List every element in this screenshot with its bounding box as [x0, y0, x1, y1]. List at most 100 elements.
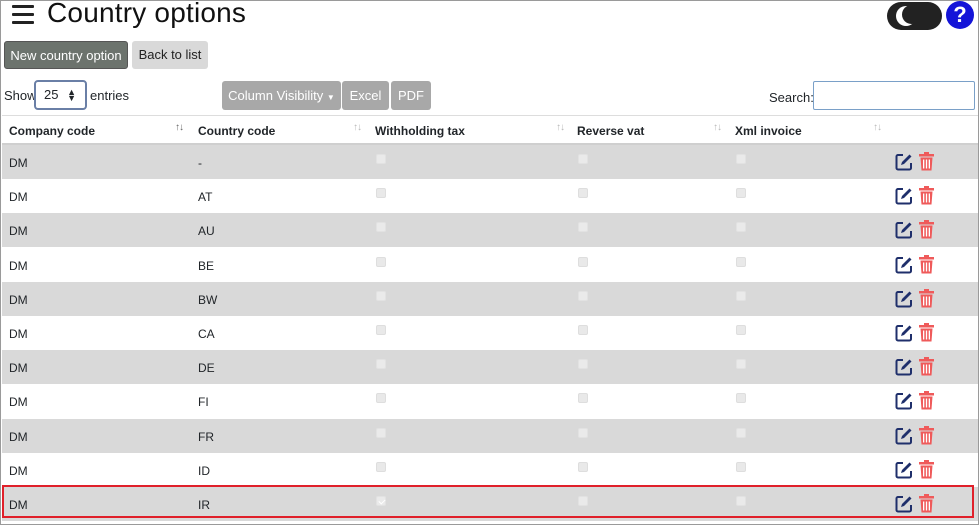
- table-row[interactable]: DM FR: [2, 418, 978, 453]
- header: Country options ?: [0, 0, 979, 36]
- xml-invoice-checkbox[interactable]: [736, 325, 746, 335]
- delete-icon[interactable]: [919, 425, 934, 445]
- delete-icon[interactable]: [919, 323, 934, 342]
- delete-icon[interactable]: [919, 391, 934, 410]
- country-code-cell: AU: [198, 224, 215, 239]
- xml-invoice-checkbox[interactable]: [736, 496, 746, 506]
- country-code-cell: FI: [198, 395, 209, 410]
- company-code-cell: DM: [9, 190, 28, 205]
- xml-invoice-checkbox[interactable]: [736, 290, 746, 301]
- xml-invoice-checkbox[interactable]: [736, 427, 746, 438]
- search-label: Search:: [769, 90, 814, 105]
- table-row[interactable]: DM AU: [2, 213, 978, 248]
- edit-icon[interactable]: [895, 187, 913, 205]
- delete-icon[interactable]: [919, 288, 934, 308]
- country-code-cell: BW: [198, 292, 218, 307]
- xml-invoice-checkbox[interactable]: [736, 256, 746, 267]
- sort-icon[interactable]: ↑↓: [556, 122, 565, 133]
- sort-icon[interactable]: ↑↓: [873, 122, 882, 133]
- select-arrows-icon: ▲ ▼: [67, 87, 76, 103]
- table-row[interactable]: DM BW: [2, 281, 978, 316]
- country-code-cell: BE: [198, 258, 215, 273]
- dark-mode-toggle[interactable]: [887, 2, 942, 30]
- column-header-xml-invoice[interactable]: Xml invoice: [735, 124, 802, 138]
- withholding-tax-checkbox[interactable]: [376, 290, 386, 301]
- country-code-cell: CA: [198, 327, 215, 341]
- delete-icon[interactable]: [919, 459, 934, 479]
- xml-invoice-checkbox[interactable]: [736, 188, 746, 199]
- column-header-country-code[interactable]: Country code: [198, 124, 275, 138]
- delete-icon[interactable]: [919, 152, 934, 171]
- reverse-vat-checkbox[interactable]: [578, 256, 588, 267]
- edit-icon[interactable]: [895, 221, 913, 239]
- column-header-company-code[interactable]: Company code: [9, 124, 95, 138]
- sort-icon[interactable]: ↑↓: [713, 122, 722, 133]
- reverse-vat-checkbox[interactable]: [578, 325, 588, 335]
- back-to-list-button[interactable]: Back to list: [132, 41, 208, 69]
- table-row[interactable]: DM IR: [2, 487, 978, 521]
- reverse-vat-checkbox[interactable]: [578, 427, 588, 438]
- withholding-tax-checkbox[interactable]: [376, 256, 386, 267]
- pdf-button[interactable]: PDF: [391, 81, 431, 110]
- delete-icon[interactable]: [919, 357, 934, 376]
- caret-down-icon: ▼: [326, 93, 335, 102]
- edit-icon[interactable]: [895, 461, 913, 479]
- withholding-tax-checkbox[interactable]: [376, 154, 386, 164]
- edit-icon[interactable]: [895, 324, 913, 342]
- column-header-withholding-tax[interactable]: Withholding tax: [375, 124, 465, 138]
- reverse-vat-checkbox[interactable]: [578, 393, 588, 404]
- company-code-cell: DM: [9, 258, 28, 273]
- delete-icon[interactable]: [919, 220, 934, 239]
- table-row[interactable]: DM BE: [2, 247, 978, 282]
- reverse-vat-checkbox[interactable]: [578, 188, 588, 199]
- sort-icon[interactable]: ↑↓: [175, 122, 184, 133]
- page-length-select[interactable]: 25 ▲ ▼: [34, 80, 87, 110]
- withholding-tax-checkbox[interactable]: [376, 461, 386, 472]
- xml-invoice-checkbox[interactable]: [736, 154, 746, 164]
- table-row[interactable]: DM AT: [2, 179, 978, 214]
- xml-invoice-checkbox[interactable]: [736, 393, 746, 404]
- table-row[interactable]: DM CA: [2, 316, 978, 350]
- reverse-vat-checkbox[interactable]: [578, 359, 588, 370]
- column-visibility-label: Column Visibility: [228, 88, 324, 103]
- withholding-tax-checkbox[interactable]: [376, 188, 386, 199]
- excel-button[interactable]: Excel: [342, 81, 389, 110]
- delete-icon[interactable]: [919, 494, 934, 513]
- help-button[interactable]: ?: [946, 1, 974, 29]
- withholding-tax-checkbox[interactable]: [376, 359, 386, 370]
- column-header-reverse-vat[interactable]: Reverse vat: [577, 124, 644, 138]
- edit-icon[interactable]: [895, 290, 913, 308]
- edit-icon[interactable]: [895, 358, 913, 376]
- reverse-vat-checkbox[interactable]: [578, 222, 588, 233]
- withholding-tax-checkbox[interactable]: [376, 496, 386, 506]
- table-row[interactable]: DM ID: [2, 452, 978, 487]
- withholding-tax-checkbox[interactable]: [376, 393, 386, 404]
- search-input[interactable]: [813, 81, 975, 110]
- edit-icon[interactable]: [895, 495, 913, 513]
- edit-icon[interactable]: [895, 256, 913, 274]
- edit-icon[interactable]: [895, 153, 913, 171]
- new-country-option-button[interactable]: New country option: [4, 41, 128, 69]
- reverse-vat-checkbox[interactable]: [578, 496, 588, 506]
- sort-icon[interactable]: ↑↓: [353, 122, 362, 133]
- reverse-vat-checkbox[interactable]: [578, 290, 588, 301]
- table-row[interactable]: DM -: [2, 145, 978, 179]
- company-code-cell: DM: [9, 224, 28, 239]
- withholding-tax-checkbox[interactable]: [376, 222, 386, 233]
- table-row[interactable]: DM FI: [2, 384, 978, 419]
- withholding-tax-checkbox[interactable]: [376, 427, 386, 438]
- table-row[interactable]: DM DE: [2, 350, 978, 385]
- menu-icon[interactable]: [12, 5, 34, 25]
- delete-icon[interactable]: [919, 254, 934, 274]
- withholding-tax-checkbox[interactable]: [376, 325, 386, 335]
- xml-invoice-checkbox[interactable]: [736, 359, 746, 370]
- edit-icon[interactable]: [895, 392, 913, 410]
- reverse-vat-checkbox[interactable]: [578, 461, 588, 472]
- column-visibility-button[interactable]: Column Visibility ▼: [222, 81, 341, 110]
- xml-invoice-checkbox[interactable]: [736, 461, 746, 472]
- delete-icon[interactable]: [919, 186, 934, 205]
- xml-invoice-checkbox[interactable]: [736, 222, 746, 233]
- country-code-cell: DE: [198, 361, 215, 376]
- edit-icon[interactable]: [895, 427, 913, 445]
- reverse-vat-checkbox[interactable]: [578, 154, 588, 164]
